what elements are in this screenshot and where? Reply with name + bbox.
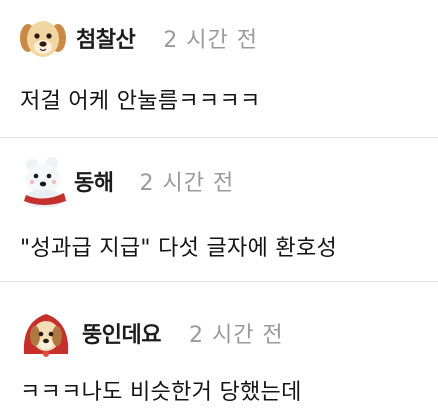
comment-time: 2 시간 전 [163, 28, 258, 53]
comment-author[interactable]: 첨찰산 [76, 22, 136, 54]
comment-author[interactable]: 뚱인데요 [82, 317, 161, 349]
comment-header: 첨찰산 2 시간 전 [18, 14, 258, 62]
comment-time: 2 시간 전 [139, 171, 235, 196]
polar-bear-icon[interactable] [18, 155, 70, 207]
comment-text: 저걸 어케 안눌름ㅋㅋㅋㅋ [20, 89, 261, 114]
comment-header: 동해 2 시간 전 [18, 155, 234, 207]
comment-text: "성과급 지급" 다섯 글자에 환호성 [20, 236, 338, 261]
comment-item: 첨찰산 2 시간 전 저걸 어케 안눌름ㅋㅋㅋㅋ [0, 0, 438, 138]
comment-list: 첨찰산 2 시간 전 저걸 어케 안눌름ㅋㅋㅋㅋ 동해 2 시간 전 "성과급 … [0, 0, 438, 416]
comment-text: ㅋㅋㅋ나도 비슷한거 당했는데 [20, 380, 302, 405]
comment-author[interactable]: 동해 [74, 165, 114, 197]
puppy-red-hood-icon[interactable] [18, 308, 74, 358]
comment-time: 2 시간 전 [188, 323, 284, 348]
comment-item: 동해 2 시간 전 "성과급 지급" 다섯 글자에 환호성 [0, 138, 438, 282]
golden-puppy-icon[interactable] [18, 14, 68, 62]
comment-item: 뚱인데요 2 시간 전 ㅋㅋㅋ나도 비슷한거 당했는데 [0, 282, 438, 416]
comment-header: 뚱인데요 2 시간 전 [18, 308, 284, 358]
